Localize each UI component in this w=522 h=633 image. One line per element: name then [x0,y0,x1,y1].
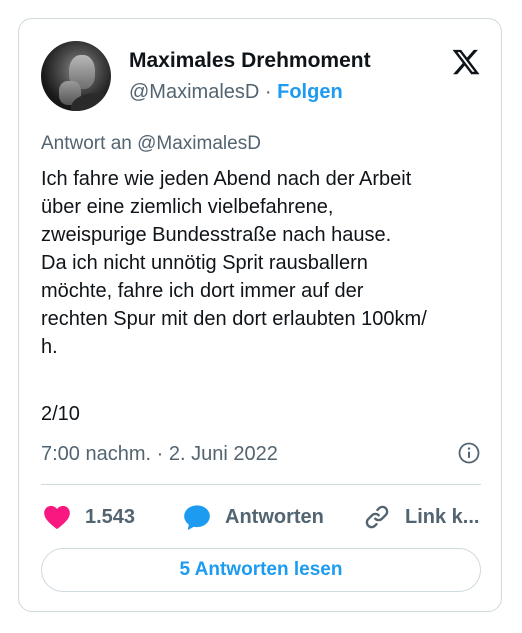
tweet-header: Maximales Drehmoment @MaximalesD · Folge… [41,39,481,113]
tweet-text: Ich fahre wie jeden Abend nach der Arbei… [41,168,427,358]
separator-dot: · [264,81,272,103]
link-icon [365,505,389,529]
heart-icon [44,505,70,529]
reply-button[interactable]: Antworten [183,497,324,537]
thread-counter: 2/10 [41,403,80,425]
timestamp[interactable]: 7:00 nachm. · 2. Juni 2022 [41,443,278,466]
handle-row: @MaximalesD · Folgen [129,81,343,104]
likes-count: 1.543 [85,505,136,528]
link-label: Link k... [405,505,480,528]
author-name[interactable]: Maximales Drehmoment [129,49,371,73]
action-bar: 1.543 Antworten Link k... [41,497,481,537]
info-icon[interactable] [457,441,481,465]
reply-label: Antworten [225,505,324,528]
avatar[interactable] [41,41,111,111]
reply-to-label[interactable]: Antwort an @MaximalesD [41,133,261,155]
read-replies-button[interactable]: 5 Antworten lesen [41,548,481,592]
speech-bubble-icon [184,505,210,530]
x-logo-icon[interactable] [451,47,481,77]
follow-button[interactable]: Folgen [277,81,343,103]
like-button[interactable]: 1.543 [43,497,135,537]
copy-link-button[interactable]: Link k... [363,497,479,537]
divider [41,484,481,485]
author-handle[interactable]: @MaximalesD [129,81,259,103]
tweet-card: Maximales Drehmoment @MaximalesD · Folge… [18,18,502,612]
